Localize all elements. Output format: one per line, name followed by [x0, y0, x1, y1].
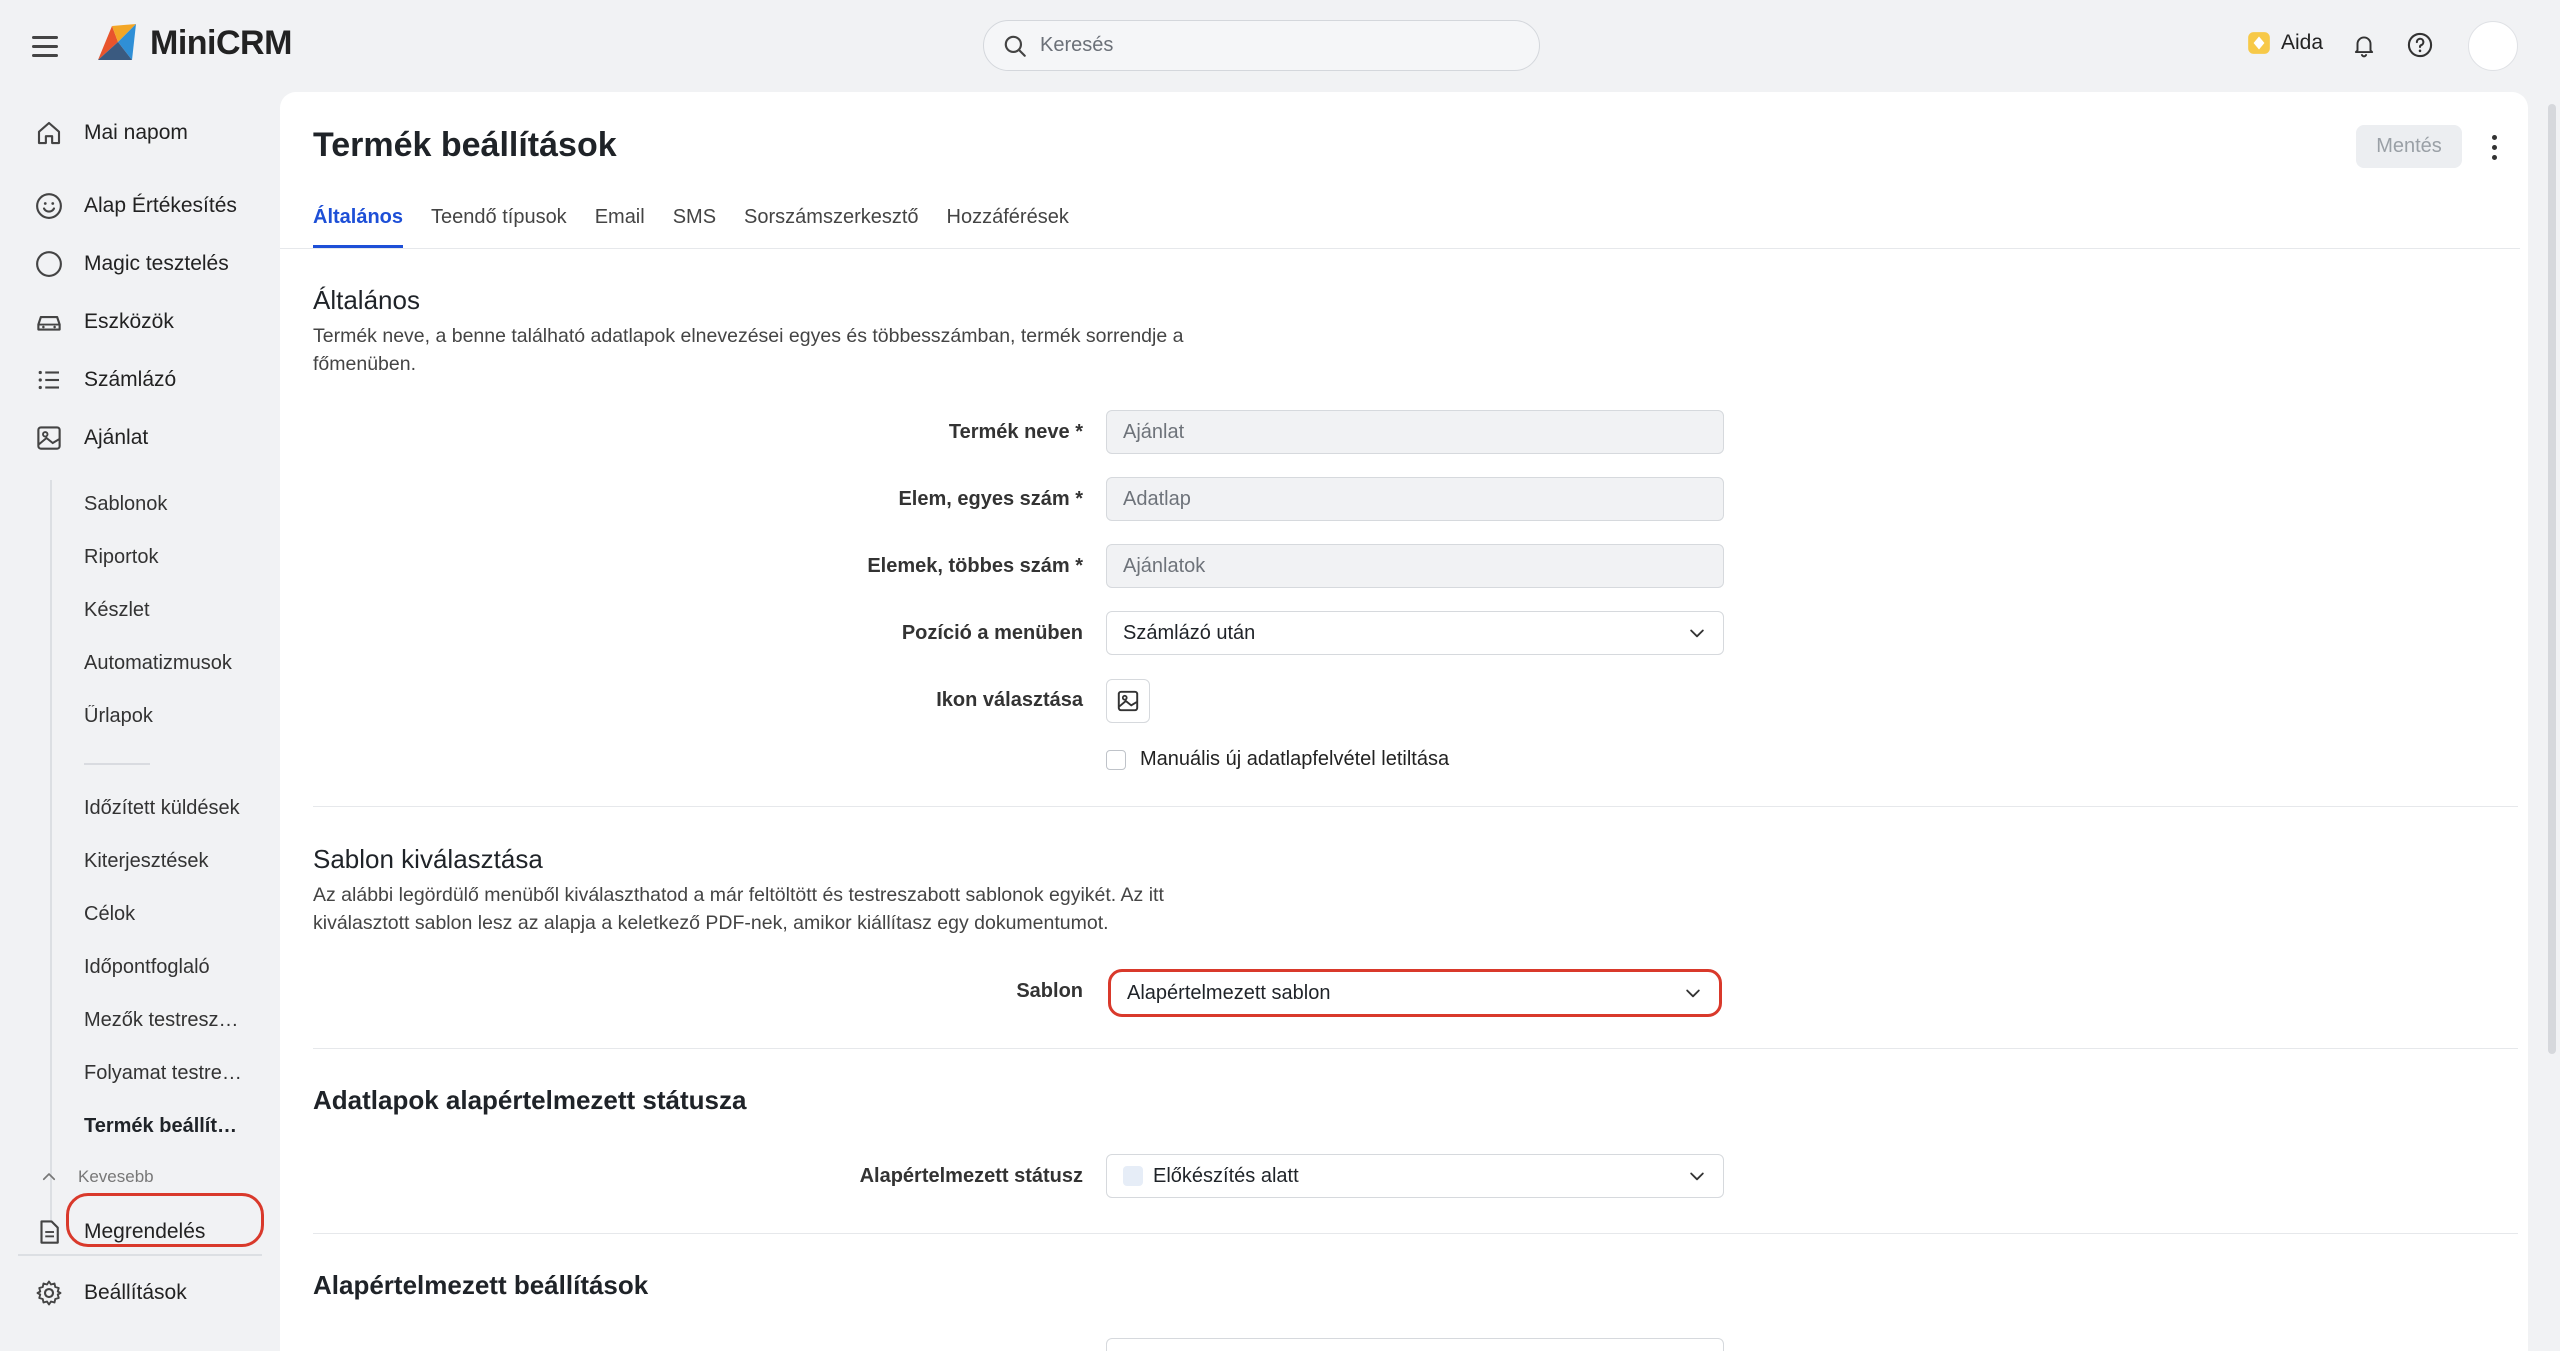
product-name-field[interactable]: Ajánlat	[1106, 410, 1724, 454]
tab-bar: Általános Teendő típusok Email SMS Sorsz…	[313, 200, 1069, 248]
section-divider	[313, 1048, 2518, 1049]
sidebar-item-szamlazo[interactable]: Számlázó	[32, 363, 176, 397]
tab-sms[interactable]: SMS	[673, 200, 716, 248]
smiley-icon	[32, 189, 66, 223]
sidebar-sub-urlapok[interactable]: Űrlapok	[84, 705, 244, 728]
sidebar-divider	[18, 1254, 262, 1256]
template-section-desc-line1: Az alábbi legördülő menüből kiválaszthat…	[313, 884, 1164, 906]
disable-manual-add-label: Manuális új adatlapfelvétel letiltása	[1140, 748, 1450, 770]
sidebar-item-mai-napom[interactable]: Mai napom	[32, 116, 188, 150]
app-name: MiniCRM	[150, 23, 292, 62]
scrollbar[interactable]	[2548, 104, 2556, 1054]
tab-email[interactable]: Email	[595, 200, 645, 248]
minicrm-logo-icon	[98, 24, 136, 60]
default-status-value: Előkészítés alatt	[1153, 1164, 1299, 1187]
tab-teendo-tipusok[interactable]: Teendő típusok	[431, 200, 567, 248]
show-less-toggle[interactable]: Kevesebb	[40, 1167, 154, 1187]
item-singular-label: Elem, egyes szám *	[898, 488, 1083, 510]
menu-position-label: Pozíció a menüben	[901, 622, 1083, 644]
sidebar-item-magic-teszteles[interactable]: Magic tesztelés	[32, 247, 229, 281]
tab-sorszamszerkeszto[interactable]: Sorszámszerkesztő	[744, 200, 919, 248]
item-plural-field[interactable]: Ajánlatok	[1106, 544, 1724, 588]
default-status-label: Alapértelmezett státusz	[859, 1165, 1083, 1187]
sidebar-sub-idopontfoglalo[interactable]: Időpontfoglaló	[84, 956, 244, 979]
template-section-desc-line2: kiválasztott sablon lesz az alapja a kel…	[313, 912, 1109, 934]
search-icon	[1004, 35, 1026, 57]
help-icon[interactable]	[2404, 29, 2436, 61]
template-section-title: Sablon kiválasztása	[313, 844, 543, 874]
bell-icon[interactable]	[2348, 29, 2380, 61]
home-icon	[32, 116, 66, 150]
product-name-label: Termék neve *	[948, 421, 1083, 443]
chevron-down-icon	[1686, 989, 1700, 998]
menu-position-select[interactable]: Számlázó után	[1106, 611, 1724, 655]
item-singular-field[interactable]: Adatlap	[1106, 477, 1724, 521]
car-icon	[32, 305, 66, 339]
sidebar-sub-keszlet[interactable]: Készlet	[84, 599, 244, 622]
general-section-title: Általános	[313, 285, 420, 315]
ai-assistant-button[interactable]: Aida	[2246, 30, 2323, 56]
tab-hozzaferesek[interactable]: Hozzáférések	[947, 200, 1069, 248]
sidebar-item-ajanlat[interactable]: Ajánlat	[32, 421, 148, 455]
icon-choice-label: Ikon választása	[936, 689, 1083, 711]
sidebar-sub-riportok[interactable]: Riportok	[84, 546, 244, 569]
submenu-divider	[84, 763, 150, 765]
sidebar-sub-automatizmusok[interactable]: Automatizmusok	[84, 652, 244, 675]
menu-icon[interactable]	[32, 31, 62, 61]
disable-manual-add-row[interactable]: Manuális új adatlapfelvétel letiltása	[1106, 748, 1449, 771]
image-icon	[32, 421, 66, 455]
sidebar-sub-folyamat-testreszabasa[interactable]: Folyamat testreszabása	[84, 1062, 244, 1085]
more-options-icon[interactable]	[2482, 130, 2506, 164]
template-label: Sablon	[1016, 980, 1083, 1002]
sidebar: Mai napom Alap Értékesítés Magic tesztel…	[0, 92, 280, 1351]
ai-label: Aida	[2281, 31, 2324, 54]
image-icon	[1117, 690, 1139, 712]
save-button[interactable]: Mentés	[2356, 125, 2462, 168]
sidebar-sub-kiterjesztesek[interactable]: Kiterjesztések	[84, 850, 244, 873]
sidebar-sub-idozitett-kuldesek[interactable]: Időzített küldések	[84, 797, 244, 820]
section-divider	[313, 1233, 2518, 1234]
template-select[interactable]: Alapértelmezett sablon	[1108, 969, 1722, 1017]
page-title: Termék beállítások	[313, 126, 617, 164]
general-section-desc-line2: főmenüben.	[313, 353, 416, 375]
tab-altalanos[interactable]: Általános	[313, 200, 404, 248]
search-input[interactable]	[1040, 34, 1480, 57]
sidebar-item-beallitasok[interactable]: Beállítások	[32, 1276, 187, 1310]
status-section-title: Adatlapok alapértelmezett státusza	[313, 1085, 747, 1115]
sidebar-item-megrendeles[interactable]: Megrendelés	[32, 1215, 205, 1249]
avatar[interactable]	[2468, 21, 2518, 71]
section-divider	[313, 806, 2518, 807]
status-color-swatch	[1123, 1166, 1143, 1186]
chevron-down-icon	[1690, 1172, 1704, 1181]
sidebar-sub-celok[interactable]: Célok	[84, 903, 244, 926]
default-status-select[interactable]: Előkészítés alatt	[1106, 1154, 1724, 1198]
sidebar-item-eszkozok[interactable]: Eszközök	[32, 305, 174, 339]
document-icon	[32, 1215, 66, 1249]
gear-icon	[32, 1276, 66, 1310]
top-bar: MiniCRM Aida	[0, 0, 2560, 92]
ai-icon	[2248, 32, 2270, 54]
tabs-divider	[280, 248, 2520, 249]
sidebar-sub-mezok-testreszabasa[interactable]: Mezők testreszabása	[84, 1009, 244, 1032]
menu-position-value: Számlázó után	[1123, 621, 1256, 644]
sidebar-sub-termek-beallitasok[interactable]: Termék beállítások	[84, 1115, 244, 1138]
disable-manual-add-checkbox[interactable]	[1106, 749, 1126, 770]
submenu-line	[50, 480, 52, 1220]
app-logo[interactable]: MiniCRM	[94, 20, 292, 66]
chevron-up-icon	[42, 1173, 56, 1181]
chevron-down-icon	[1690, 629, 1704, 638]
sidebar-item-alap-ertekesites[interactable]: Alap Értékesítés	[32, 189, 237, 223]
general-section-desc-line1: Termék neve, a benne található adatlapok…	[313, 325, 1184, 347]
defaults-partial-field[interactable]	[1106, 1338, 1724, 1351]
sidebar-sub-sablonok[interactable]: Sablonok	[84, 493, 244, 516]
defaults-section-title: Alapértelmezett beállítások	[313, 1270, 649, 1300]
item-plural-label: Elemek, többes szám *	[867, 555, 1083, 577]
template-value: Alapértelmezett sablon	[1127, 981, 1331, 1004]
search-box[interactable]	[983, 20, 1540, 71]
icon-picker-button[interactable]	[1106, 679, 1150, 723]
circle-icon	[32, 247, 66, 281]
list-icon	[32, 363, 66, 397]
